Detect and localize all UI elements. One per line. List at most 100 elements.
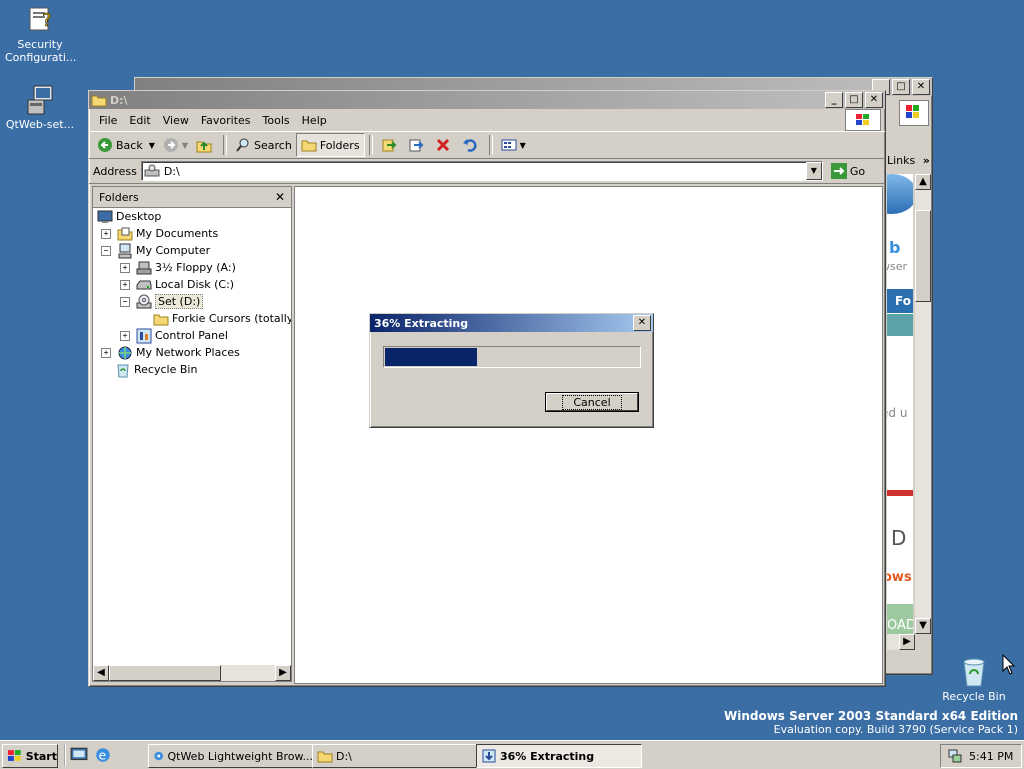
chevron-down-icon[interactable]: ▼ xyxy=(805,162,822,180)
menu-favorites[interactable]: Favorites xyxy=(195,114,257,127)
start-button[interactable]: Start xyxy=(2,744,58,768)
chevron-down-icon[interactable]: ▼ xyxy=(149,141,155,150)
close-button[interactable]: ✕ xyxy=(633,315,651,331)
show-desktop-icon[interactable] xyxy=(70,746,88,764)
scroll-left-button[interactable]: ◀ xyxy=(93,665,109,681)
tree-item-local-disk-c[interactable]: + Local Disk (C:) xyxy=(120,276,234,293)
file-list-pane[interactable] xyxy=(294,186,883,684)
links-toolbar-label[interactable]: Links » xyxy=(887,154,930,167)
internet-explorer-icon[interactable]: e xyxy=(94,746,112,764)
tree-item-label: My Computer xyxy=(136,244,211,257)
tree-expander[interactable]: + xyxy=(101,228,111,239)
views-button[interactable]: ▼ xyxy=(497,134,530,156)
desktop-icon-qtweb-setup[interactable]: QtWeb-set... xyxy=(0,84,80,131)
tree-item-floppy[interactable]: + 3½ Floppy (A:) xyxy=(120,259,236,276)
extract-progress-dialog[interactable]: 36% Extracting ✕ Cancel xyxy=(369,313,654,428)
tree-expander[interactable]: + xyxy=(120,330,130,341)
undo-button[interactable] xyxy=(458,134,485,156)
scroll-right-button[interactable]: ▶ xyxy=(899,634,915,650)
menu-tools[interactable]: Tools xyxy=(257,114,296,127)
tree-item-my-documents[interactable]: + My Documents xyxy=(101,225,218,242)
security-config-icon: ? xyxy=(29,7,52,31)
up-folder-button[interactable] xyxy=(192,134,219,156)
close-icon[interactable]: ✕ xyxy=(275,190,285,204)
browser-horizontal-scrollbar[interactable]: ▶ xyxy=(887,634,915,650)
folders-horizontal-scrollbar[interactable]: ◀ ▶ xyxy=(93,665,291,681)
tree-item-forkie-cursors[interactable]: Forkie Cursors (totally n xyxy=(153,310,291,327)
go-button[interactable]: Go xyxy=(827,160,869,182)
dialog-titlebar[interactable]: 36% Extracting ✕ xyxy=(370,314,653,332)
tree-expander[interactable]: + xyxy=(120,262,130,273)
progress-bar xyxy=(383,346,641,368)
installer-icon xyxy=(27,85,53,115)
maximize-button[interactable]: □ xyxy=(845,92,863,108)
control-panel-icon xyxy=(136,328,152,343)
menu-view[interactable]: View xyxy=(157,114,195,127)
page-text-snippet: b xyxy=(889,238,901,257)
search-button[interactable]: Search xyxy=(231,134,296,156)
taskbar-item-label: QtWeb Lightweight Brow... xyxy=(167,749,313,763)
svg-text:?: ? xyxy=(42,10,52,31)
folders-label: Folders xyxy=(319,138,360,152)
browser-vertical-scrollbar[interactable]: ▲ ▼ xyxy=(915,174,931,634)
chevron-right-icon: » xyxy=(922,154,930,167)
tree-item-recycle-bin[interactable]: Recycle Bin xyxy=(115,361,197,378)
address-bar: Address D:\ ▼ Go xyxy=(89,159,885,184)
tree-expander[interactable]: − xyxy=(120,296,130,307)
tree-item-control-panel[interactable]: + Control Panel xyxy=(120,327,228,344)
taskbar-item-explorer[interactable]: D:\ xyxy=(312,744,478,768)
scroll-up-button[interactable]: ▲ xyxy=(915,174,931,190)
taskbar-item-qtweb[interactable]: QtWeb Lightweight Brow... xyxy=(148,744,314,768)
search-icon xyxy=(236,138,249,152)
folders-pane-title: Folders xyxy=(99,190,139,204)
address-input[interactable]: D:\ ▼ xyxy=(140,161,823,181)
desktop-icon-label: Security Configurati... xyxy=(5,38,77,64)
menu-edit[interactable]: Edit xyxy=(123,114,156,127)
page-text-snippet: ed u xyxy=(887,406,908,420)
page-download-box: OAD xyxy=(887,604,913,634)
delete-button[interactable] xyxy=(431,134,458,156)
forward-button[interactable]: ▼ xyxy=(159,134,192,156)
page-text-snippet: OAD xyxy=(887,618,913,633)
desktop-icon-label: Recycle Bin xyxy=(942,690,1006,703)
folders-button[interactable]: Folders xyxy=(295,133,365,157)
close-button[interactable]: ✕ xyxy=(912,79,930,95)
chevron-down-icon[interactable]: ▼ xyxy=(182,141,188,150)
scroll-thumb[interactable] xyxy=(915,210,931,302)
tree-item-label: My Network Places xyxy=(136,346,240,359)
tree-item-label: Forkie Cursors (totally n xyxy=(172,312,291,325)
scroll-right-button[interactable]: ▶ xyxy=(275,665,291,681)
scroll-down-button[interactable]: ▼ xyxy=(915,618,931,634)
folder-icon xyxy=(91,95,107,107)
move-to-icon xyxy=(382,139,396,152)
folders-icon xyxy=(301,140,317,152)
back-button[interactable]: Back ▼ xyxy=(93,134,159,156)
tree-item-my-computer[interactable]: − My Computer xyxy=(101,242,210,259)
tree-expander[interactable]: + xyxy=(120,279,130,290)
close-button[interactable]: ✕ xyxy=(865,92,883,108)
tree-item-my-network-places[interactable]: + My Network Places xyxy=(101,344,240,361)
folders-pane: Folders ✕ Desktop + My Documents − My Co… xyxy=(92,186,292,682)
explorer-titlebar[interactable]: D:\ _ □ ✕ xyxy=(89,91,885,109)
progress-fill xyxy=(385,348,478,366)
desktop-icon-security-config[interactable]: ? Security Configurati... xyxy=(0,4,80,64)
menu-file[interactable]: File xyxy=(93,114,123,127)
svg-text:e: e xyxy=(99,749,107,763)
minimize-button[interactable]: _ xyxy=(825,92,843,108)
maximize-button[interactable]: □ xyxy=(892,79,910,95)
taskbar-item-extracting[interactable]: 36% Extracting xyxy=(476,744,642,768)
scroll-thumb[interactable] xyxy=(109,665,221,681)
menu-help[interactable]: Help xyxy=(296,114,333,127)
copy-to-button[interactable] xyxy=(404,134,431,156)
floppy-drive-icon xyxy=(136,261,152,274)
network-tray-icon[interactable] xyxy=(947,748,963,764)
tree-item-desktop[interactable]: Desktop xyxy=(97,208,161,225)
toolbar-separator xyxy=(488,135,493,155)
tree-expander[interactable]: − xyxy=(101,245,111,256)
cancel-button[interactable]: Cancel xyxy=(545,392,639,412)
tree-item-set-d[interactable]: − Set (D:) xyxy=(120,293,204,310)
move-to-button[interactable] xyxy=(377,134,404,156)
clock[interactable]: 5:41 PM xyxy=(969,750,1013,763)
quick-launch: e xyxy=(64,744,112,766)
tree-expander[interactable]: + xyxy=(101,347,111,358)
